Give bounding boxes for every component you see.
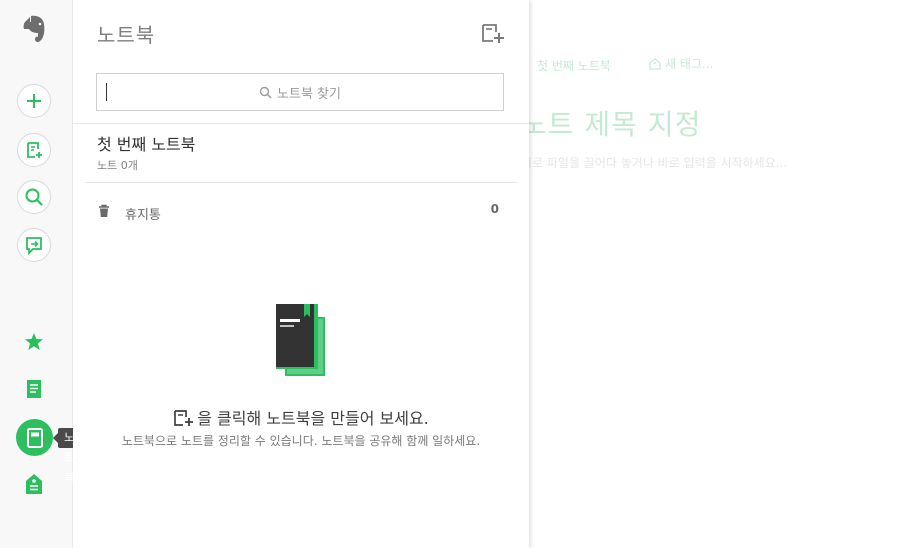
add-tag-field[interactable]: 새 태그...: [649, 55, 713, 72]
evernote-logo[interactable]: [19, 14, 49, 44]
notes-icon: [27, 380, 41, 398]
sidebar: 노트북: [0, 0, 81, 548]
divider: [73, 123, 529, 124]
notebook-icon: [26, 427, 43, 448]
search-icon: [25, 188, 43, 206]
panel-title: 노트북: [97, 23, 156, 47]
add-tag-label: 새 태그...: [665, 57, 714, 71]
tag-icon: [649, 57, 661, 70]
text-cursor: [106, 83, 107, 101]
search-placeholder: 노트북 찾기: [277, 86, 341, 102]
empty-state-title: 을 클릭해 노트북을 만들어 보세요.: [73, 405, 529, 429]
trash-icon: [99, 204, 109, 217]
trash-item[interactable]: 휴지통 0: [97, 202, 499, 223]
notebook-note-count: 노트 0개: [97, 159, 138, 172]
new-chat-button[interactable]: [17, 133, 51, 167]
notebooks-empty-illustration-icon: [273, 303, 329, 377]
tag-icon: [26, 474, 42, 494]
star-icon: [25, 333, 43, 350]
empty-state-description: 노트북으로 노트를 정리할 수 있습니다. 노트북을 공유해 함께 일하세요.: [121, 434, 481, 448]
trash-count: 0: [490, 202, 499, 216]
notebooks-panel: 노트북 노트북 찾기 첫 번째 노트북 노트 0개 휴지통 0 을 클릭해 노트…: [73, 0, 529, 548]
new-notebook-button[interactable]: [480, 22, 506, 44]
search-button[interactable]: [17, 180, 51, 214]
notebook-name: 첫 번째 노트북: [97, 135, 196, 154]
note-body-placeholder[interactable]: 기로 파일을 끌어다 놓거나 바로 입력을 시작하세요...: [521, 154, 787, 171]
notebook-search-input[interactable]: 노트북 찾기: [96, 73, 504, 111]
new-notebook-icon: [482, 24, 504, 43]
plus-icon: [27, 94, 41, 108]
note-notebook-crumb[interactable]: 첫 번째 노트북: [537, 57, 611, 74]
new-note-button[interactable]: [17, 84, 51, 118]
chat-arrow-icon: [26, 237, 42, 255]
divider: [85, 182, 517, 183]
empty-state-title-text: 을 클릭해 노트북을 만들어 보세요.: [197, 409, 429, 428]
elephant-logo-icon: [23, 15, 45, 43]
note-editor: 첫 번째 노트북 새 태그... 노트 제목 지정 기로 파일을 끌어다 놓거나…: [521, 0, 914, 548]
trash-label: 휴지통: [125, 208, 161, 223]
new-notebook-icon: [174, 410, 194, 426]
notebooks-button[interactable]: [16, 419, 53, 456]
work-chat-button[interactable]: [17, 228, 51, 262]
notes-button[interactable]: [22, 377, 46, 401]
tags-button[interactable]: [22, 472, 46, 496]
note-title-input[interactable]: 노트 제목 지정: [521, 103, 701, 143]
shortcuts-button[interactable]: [22, 330, 46, 354]
note-plus-icon: [27, 142, 42, 158]
search-icon: [259, 86, 272, 99]
